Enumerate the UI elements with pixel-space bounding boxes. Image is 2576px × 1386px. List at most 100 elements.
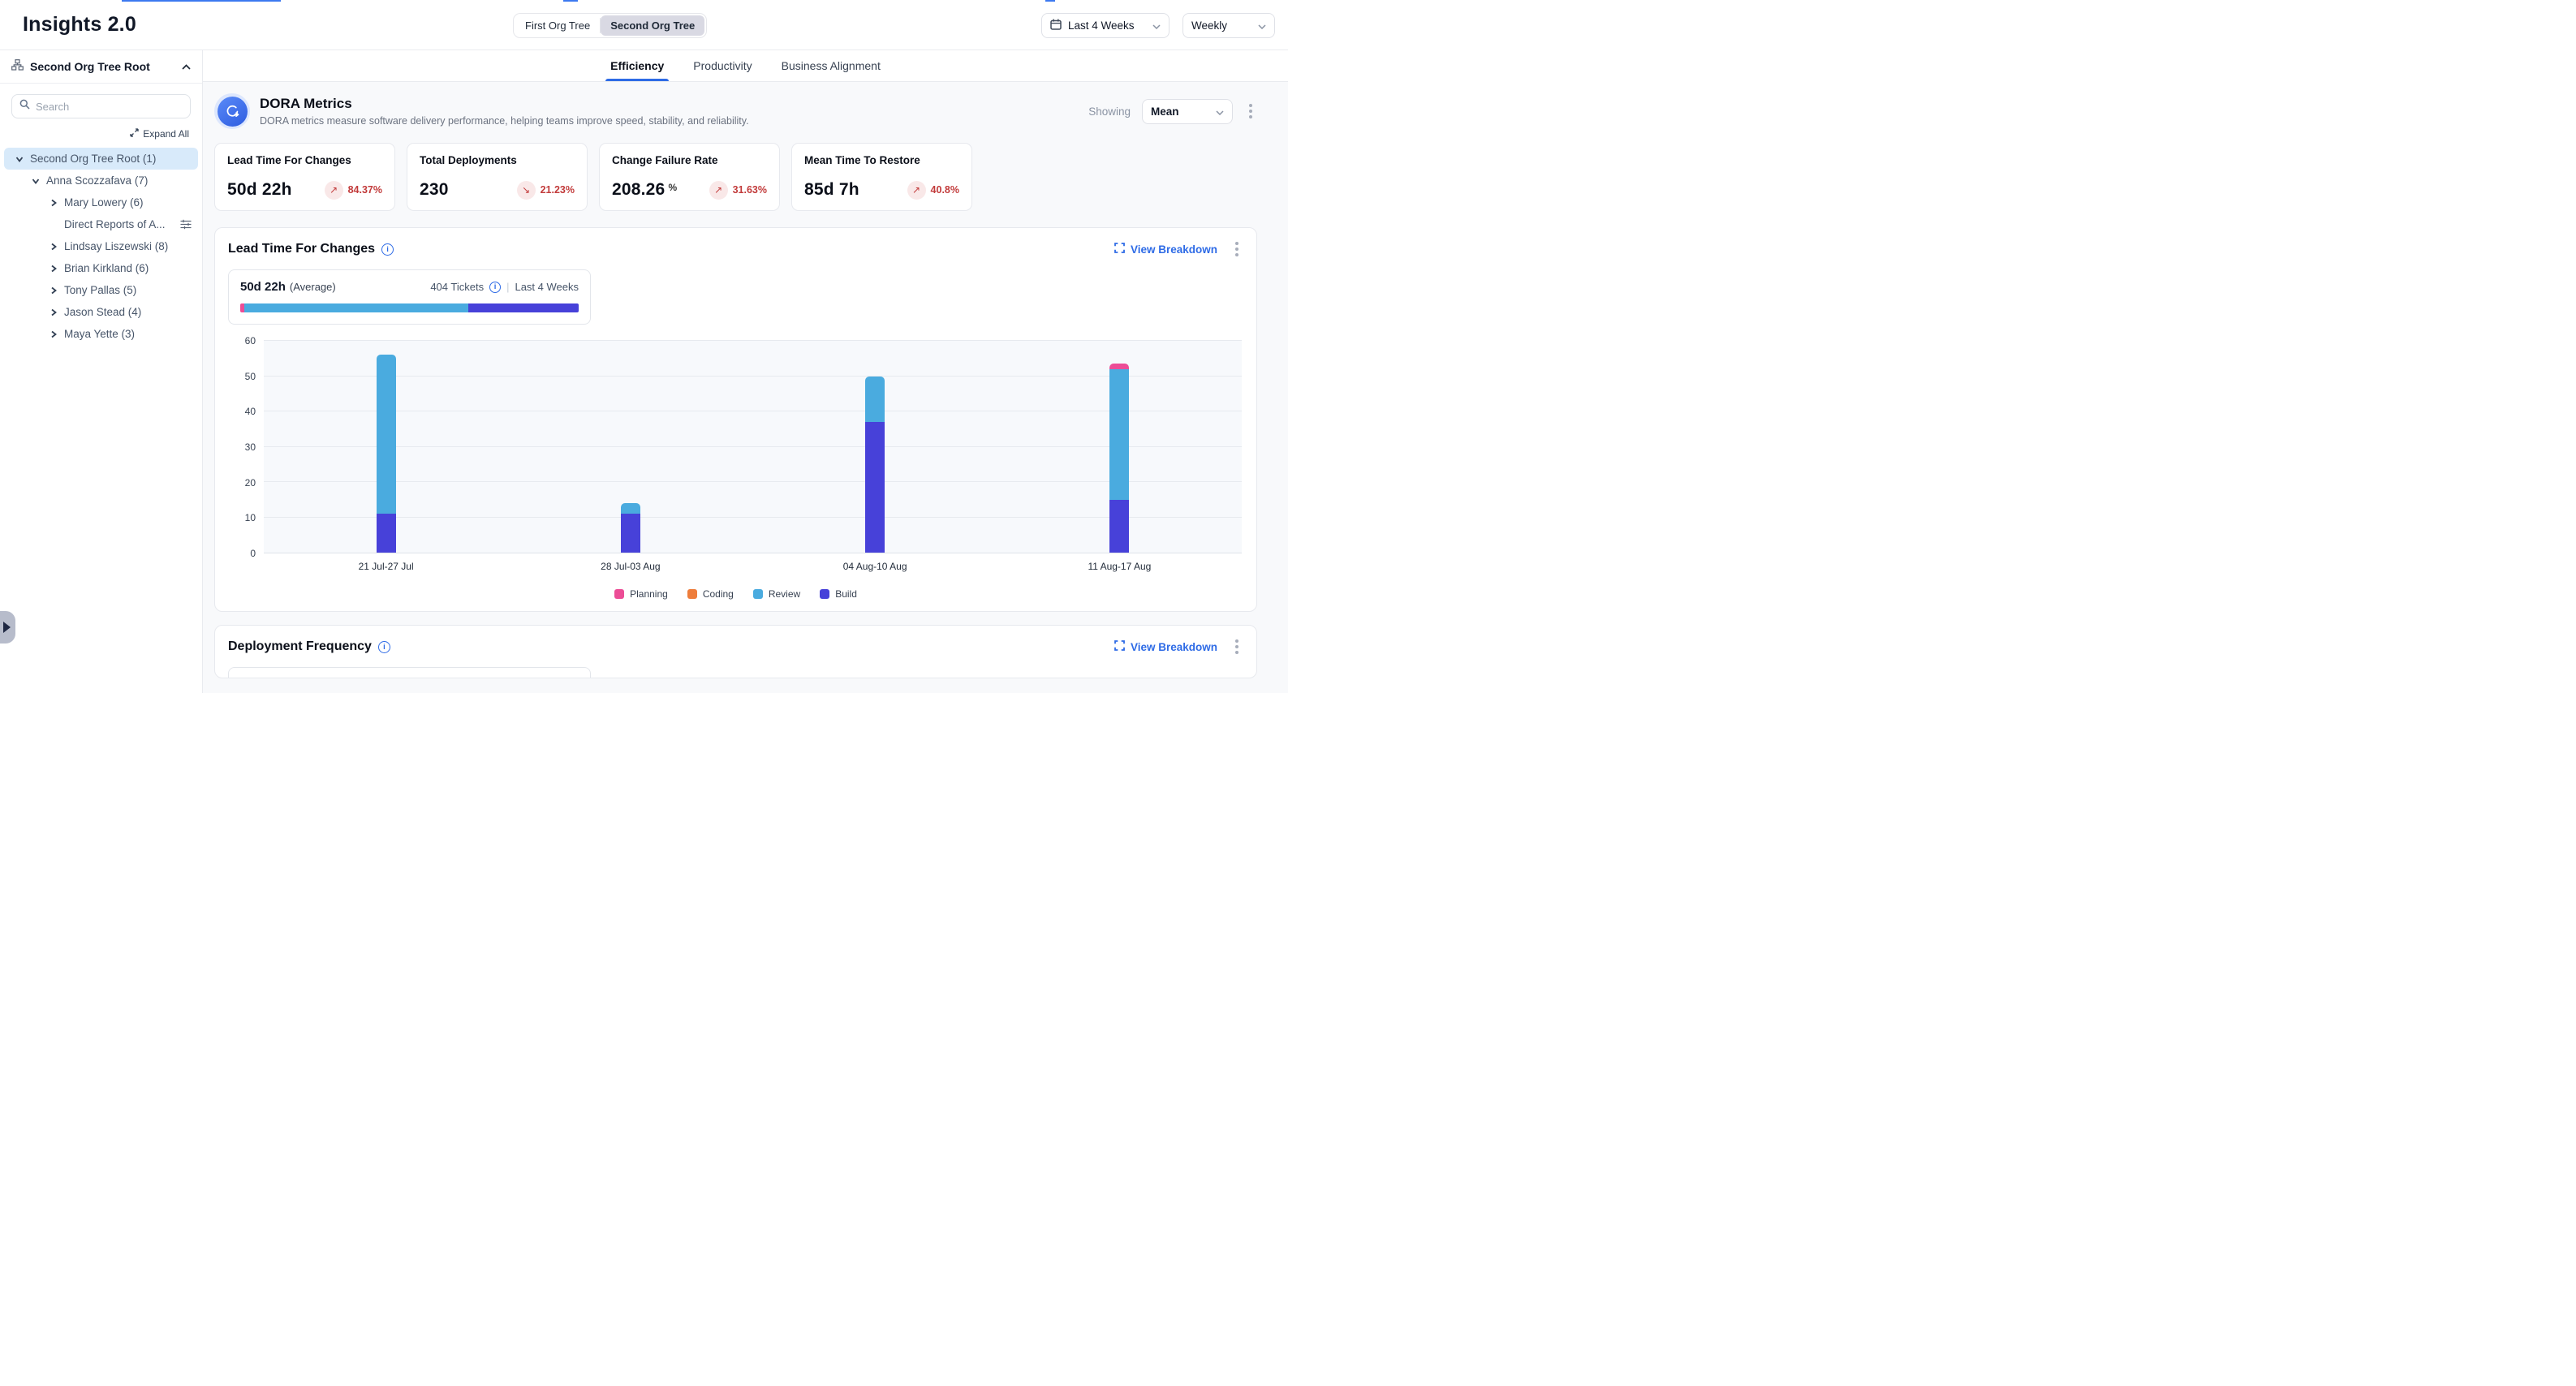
chevron-right-icon[interactable] bbox=[50, 286, 58, 295]
metric-delta: ↗ 40.8% bbox=[907, 181, 959, 200]
app-title: Insights 2.0 bbox=[23, 13, 136, 37]
metric-value: 85d 7h bbox=[804, 180, 859, 200]
tree-item-second-org-tree-root-1[interactable]: Second Org Tree Root (1) bbox=[4, 148, 198, 170]
tree-item-label: Brian Kirkland (6) bbox=[64, 262, 149, 274]
lead-time-title: Lead Time For Changes bbox=[228, 242, 375, 256]
lead-time-menu-button[interactable] bbox=[1230, 239, 1243, 260]
tree-item-maya-yette-3[interactable]: Maya Yette (3) bbox=[4, 323, 198, 345]
tree-item-mary-lowery-6[interactable]: Mary Lowery (6) bbox=[4, 192, 198, 213]
bar-segment-build[interactable] bbox=[1109, 500, 1129, 553]
tree-item-tony-pallas-5[interactable]: Tony Pallas (5) bbox=[4, 279, 198, 301]
bar-segment-review[interactable] bbox=[621, 503, 640, 514]
metric-card-title: Lead Time For Changes bbox=[227, 154, 382, 166]
date-range-value: Last 4 Weeks bbox=[1068, 19, 1146, 32]
legend-planning[interactable]: Planning bbox=[614, 588, 668, 600]
tree-item-anna-scozzafava-7[interactable]: Anna Scozzafava (7) bbox=[4, 170, 198, 192]
legend-coding[interactable]: Coding bbox=[687, 588, 734, 600]
y-axis-tick: 30 bbox=[228, 441, 256, 453]
sidebar-search[interactable] bbox=[11, 94, 191, 118]
deployment-menu-button[interactable] bbox=[1230, 636, 1243, 657]
trend-down-icon: ↘ bbox=[517, 181, 536, 200]
summary-period: Last 4 Weeks bbox=[515, 281, 579, 293]
tree-item-direct-reports-of-a[interactable]: Direct Reports of A... bbox=[4, 213, 198, 235]
dora-title: DORA Metrics bbox=[260, 96, 749, 112]
info-icon[interactable]: i bbox=[489, 282, 501, 293]
bar-segment-review[interactable] bbox=[865, 377, 885, 423]
expand-icon bbox=[130, 128, 139, 140]
average-suffix: (Average) bbox=[290, 281, 336, 293]
chevron-right-icon[interactable] bbox=[50, 308, 58, 316]
expand-all-button[interactable]: Expand All bbox=[0, 123, 202, 143]
bar-segment-build[interactable] bbox=[865, 422, 885, 553]
chevron-right-icon[interactable] bbox=[50, 330, 58, 338]
legend-label: Planning bbox=[630, 588, 668, 600]
search-input[interactable] bbox=[36, 101, 183, 113]
view-breakdown-button[interactable]: View Breakdown bbox=[1114, 640, 1217, 653]
tree-item-brian-kirkland-6[interactable]: Brian Kirkland (6) bbox=[4, 257, 198, 279]
tree-item-label: Second Org Tree Root (1) bbox=[30, 153, 156, 165]
filter-sliders-icon[interactable] bbox=[180, 219, 192, 230]
expand-corners-icon bbox=[1114, 243, 1125, 256]
chevron-right-icon[interactable] bbox=[50, 265, 58, 273]
aggregation-value: Mean bbox=[1151, 105, 1209, 118]
bar-segment-build[interactable] bbox=[621, 514, 640, 553]
legend-label: Build bbox=[835, 588, 857, 600]
metric-delta-value: 84.37% bbox=[348, 184, 382, 196]
legend-swatch bbox=[614, 589, 624, 599]
org-tree-toggle: First Org TreeSecond Org Tree bbox=[513, 13, 707, 38]
average-summary-partial bbox=[228, 667, 591, 678]
deployment-frequency-title: Deployment Frequency bbox=[228, 639, 372, 654]
average-value: 50d 22h bbox=[240, 280, 286, 294]
view-breakdown-button[interactable]: View Breakdown bbox=[1114, 243, 1217, 256]
chevron-up-icon[interactable] bbox=[182, 64, 191, 70]
bar-group-21-jul-27-jul bbox=[377, 341, 396, 553]
trend-up-icon: ↗ bbox=[709, 181, 728, 200]
triangle-right-icon bbox=[3, 622, 11, 633]
metric-card-total-deployments: Total Deployments230↘21.23% bbox=[407, 143, 588, 211]
org-chart-icon bbox=[11, 59, 24, 75]
aggregation-select[interactable]: Mean bbox=[1142, 99, 1233, 124]
tree-item-label: Jason Stead (4) bbox=[64, 306, 141, 318]
lead-time-chart: 0102030405060 bbox=[228, 341, 1243, 553]
info-icon[interactable]: i bbox=[378, 641, 390, 653]
chevron-right-icon[interactable] bbox=[50, 243, 58, 251]
date-range-select[interactable]: Last 4 Weeks bbox=[1041, 13, 1170, 38]
metric-unit: % bbox=[668, 182, 677, 193]
sidebar-collapse-handle[interactable] bbox=[0, 611, 15, 644]
gridline bbox=[264, 446, 1242, 447]
tab-business-alignment[interactable]: Business Alignment bbox=[782, 50, 881, 81]
chevron-down-icon bbox=[1152, 19, 1161, 32]
chevron-down-icon[interactable] bbox=[15, 155, 24, 163]
tabs-bar: Efficiency Productivity Business Alignment bbox=[203, 50, 1288, 82]
bar-segment-build[interactable] bbox=[377, 514, 396, 553]
tab-efficiency[interactable]: Efficiency bbox=[610, 50, 664, 81]
y-axis-tick: 0 bbox=[228, 548, 256, 559]
bar-segment-review[interactable] bbox=[377, 355, 396, 514]
legend-review[interactable]: Review bbox=[753, 588, 800, 600]
chevron-right-icon[interactable] bbox=[50, 199, 58, 207]
calendar-icon bbox=[1050, 19, 1062, 32]
org-toggle-second-org-tree[interactable]: Second Org Tree bbox=[601, 15, 704, 36]
top-edge-artifact bbox=[563, 0, 578, 2]
tree-item-jason-stead-4[interactable]: Jason Stead (4) bbox=[4, 301, 198, 323]
dora-menu-button[interactable] bbox=[1244, 101, 1257, 122]
chevron-down-icon[interactable] bbox=[32, 177, 40, 185]
tab-productivity[interactable]: Productivity bbox=[693, 50, 752, 81]
search-icon bbox=[19, 99, 30, 114]
org-toggle-first-org-tree[interactable]: First Org Tree bbox=[515, 15, 600, 36]
bar-segment-review[interactable] bbox=[1109, 369, 1129, 500]
tickets-count: 404 Tickets bbox=[430, 281, 484, 293]
legend-label: Review bbox=[769, 588, 800, 600]
info-icon[interactable]: i bbox=[381, 243, 394, 256]
x-axis-tick: 04 Aug-10 Aug bbox=[843, 561, 907, 572]
tree-item-lindsay-liszewski-8[interactable]: Lindsay Liszewski (8) bbox=[4, 235, 198, 257]
metric-delta-value: 40.8% bbox=[931, 184, 959, 196]
metric-card-bottom: 208.26%↗31.63% bbox=[612, 180, 767, 200]
org-tree: Second Org Tree Root (1) Anna Scozzafava … bbox=[0, 148, 202, 345]
phase-segment-build bbox=[468, 303, 579, 312]
y-axis-tick: 50 bbox=[228, 371, 256, 382]
legend-build[interactable]: Build bbox=[820, 588, 857, 600]
trend-up-icon: ↗ bbox=[907, 181, 926, 200]
granularity-select[interactable]: Weekly bbox=[1182, 13, 1275, 38]
granularity-value: Weekly bbox=[1191, 19, 1251, 32]
